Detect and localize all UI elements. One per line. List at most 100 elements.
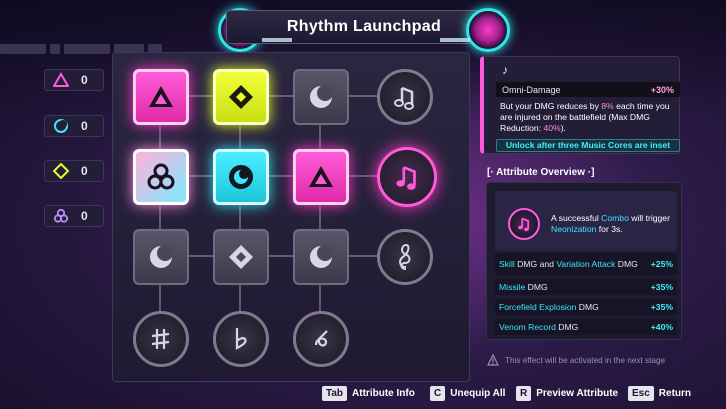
stat-label-hl: Venom Record bbox=[499, 322, 556, 332]
hint-unequip-all[interactable]: C Unequip All bbox=[430, 386, 505, 401]
title-orb-right bbox=[466, 8, 510, 52]
stat-label-hl: Variation Attack bbox=[556, 259, 615, 269]
desc-highlight: 40% bbox=[543, 123, 560, 133]
stat-label-text: DMG bbox=[615, 259, 637, 269]
deco-tab bbox=[0, 44, 46, 54]
eighth-note-icon: ♪ bbox=[502, 63, 508, 77]
hint-label: Attribute Info bbox=[352, 388, 415, 399]
stat-label-text: DMG bbox=[556, 322, 578, 332]
hint-return[interactable]: Esc Return bbox=[628, 386, 691, 401]
warning-icon bbox=[487, 354, 499, 366]
stat-value: +35% bbox=[651, 302, 673, 312]
stat-label: Venom Record DMG bbox=[499, 322, 578, 332]
hint-label: Preview Attribute bbox=[536, 388, 618, 399]
crescent-icon bbox=[225, 161, 257, 193]
desc-text: ). bbox=[561, 123, 566, 133]
effect-highlight: Neonization bbox=[551, 224, 596, 234]
trefoil-icon bbox=[145, 161, 177, 193]
stat-row: Missile DMG +35% bbox=[495, 279, 677, 295]
sharp-icon bbox=[147, 325, 175, 353]
rest-icon bbox=[307, 325, 335, 353]
stat-value: +35% bbox=[651, 282, 673, 292]
desc-text: But your DMG reduces by bbox=[500, 101, 601, 111]
stat-name: Omni-Damage bbox=[502, 85, 561, 95]
key-c: C bbox=[430, 386, 445, 401]
flat-icon bbox=[227, 325, 255, 353]
hint-preview-attribute[interactable]: R Preview Attribute bbox=[516, 386, 618, 401]
crescent-icon bbox=[53, 118, 69, 134]
stat-label-hl: Skill bbox=[499, 259, 515, 269]
counter-value: 0 bbox=[81, 73, 88, 87]
stat-label-text: DMG bbox=[525, 282, 547, 292]
cell-quarter-rest[interactable] bbox=[293, 311, 349, 367]
counter-trefoil: 0 bbox=[44, 205, 104, 227]
triangle-icon bbox=[53, 72, 69, 88]
music-core-emblem-icon bbox=[508, 208, 540, 240]
crescent-icon bbox=[306, 242, 336, 272]
triangle-icon bbox=[146, 82, 176, 112]
eighth-note-icon bbox=[391, 161, 423, 193]
stat-row: Skill DMG and Variation Attack DMG +25% bbox=[495, 253, 677, 275]
hint-label: Unequip All bbox=[450, 388, 505, 399]
cell-note-eighth[interactable] bbox=[377, 69, 433, 125]
stat-description: But your DMG reduces by 8% each time you… bbox=[496, 101, 680, 137]
cell-gray-crescent[interactable] bbox=[293, 69, 349, 125]
title-accent bbox=[440, 38, 470, 42]
attribute-overview: A successful Combo will trigger Neonizat… bbox=[486, 182, 682, 340]
activation-note: This effect will be activated in the nex… bbox=[487, 352, 683, 368]
effect-highlight: Combo bbox=[601, 213, 629, 223]
diamond-icon bbox=[226, 242, 256, 272]
stat-row: Forcefield Explosion DMG +35% bbox=[495, 299, 677, 315]
trefoil-icon bbox=[53, 208, 69, 224]
triangle-icon bbox=[306, 162, 336, 192]
hint-label: Return bbox=[659, 388, 691, 399]
effect-card: A successful Combo will trigger Neonizat… bbox=[495, 191, 677, 251]
stat-label-hl: Missile bbox=[499, 282, 525, 292]
detail-panel: ♪ Omni-Damage +30% But your DMG reduces … bbox=[480, 56, 680, 154]
desc-highlight: 8% bbox=[601, 101, 613, 111]
stat-label-text: DMG and bbox=[515, 259, 557, 269]
deco-tab bbox=[64, 44, 110, 54]
attribute-overview-title: [· Attribute Overview ·] bbox=[487, 167, 594, 178]
unlock-requirement: Unlock after three Music Cores are inset bbox=[496, 139, 680, 152]
cell-cyan-crescent[interactable] bbox=[213, 149, 269, 205]
effect-text: for 3s. bbox=[596, 224, 622, 234]
counter-triangle: 0 bbox=[44, 69, 104, 91]
effect-text: will trigger bbox=[629, 213, 670, 223]
cell-gray-crescent-2[interactable] bbox=[133, 229, 189, 285]
key-tab: Tab bbox=[322, 386, 347, 401]
counter-crescent: 0 bbox=[44, 115, 104, 137]
counter-value: 0 bbox=[81, 164, 88, 178]
cell-magenta-triangle[interactable] bbox=[133, 69, 189, 125]
key-r: R bbox=[516, 386, 531, 401]
omni-damage-row: Omni-Damage +30% bbox=[496, 82, 680, 97]
stat-label-hl: Forcefield Explosion bbox=[499, 302, 576, 312]
effect-description: A successful Combo will trigger Neonizat… bbox=[551, 213, 673, 235]
stat-label: Skill DMG and Variation Attack DMG bbox=[499, 259, 639, 269]
cell-treble-clef[interactable] bbox=[377, 229, 433, 285]
cell-yellow-diamond[interactable] bbox=[213, 69, 269, 125]
stat-label: Forcefield Explosion DMG bbox=[499, 302, 599, 312]
diamond-icon bbox=[226, 82, 256, 112]
stat-value: +30% bbox=[651, 85, 674, 95]
effect-text: A successful bbox=[551, 213, 601, 223]
cell-gray-crescent-3[interactable] bbox=[293, 229, 349, 285]
hint-attribute-info[interactable]: Tab Attribute Info bbox=[322, 386, 415, 401]
launchpad-board bbox=[112, 52, 470, 382]
cell-magenta-triangle-2[interactable] bbox=[293, 149, 349, 205]
cell-flat[interactable] bbox=[213, 311, 269, 367]
key-esc: Esc bbox=[628, 386, 654, 401]
deco-tab bbox=[50, 44, 60, 54]
cell-sharp[interactable] bbox=[133, 311, 189, 367]
treble-clef-icon bbox=[390, 242, 420, 272]
footnote-text: This effect will be activated in the nex… bbox=[505, 356, 665, 365]
crescent-icon bbox=[146, 242, 176, 272]
stat-value: +25% bbox=[651, 259, 673, 269]
cell-note-active[interactable] bbox=[377, 147, 437, 207]
stat-value: +40% bbox=[651, 322, 673, 332]
stat-label: Missile DMG bbox=[499, 282, 548, 292]
cell-gray-diamond[interactable] bbox=[213, 229, 269, 285]
counter-value: 0 bbox=[81, 119, 88, 133]
crescent-icon bbox=[306, 82, 336, 112]
cell-trefoil[interactable] bbox=[133, 149, 189, 205]
